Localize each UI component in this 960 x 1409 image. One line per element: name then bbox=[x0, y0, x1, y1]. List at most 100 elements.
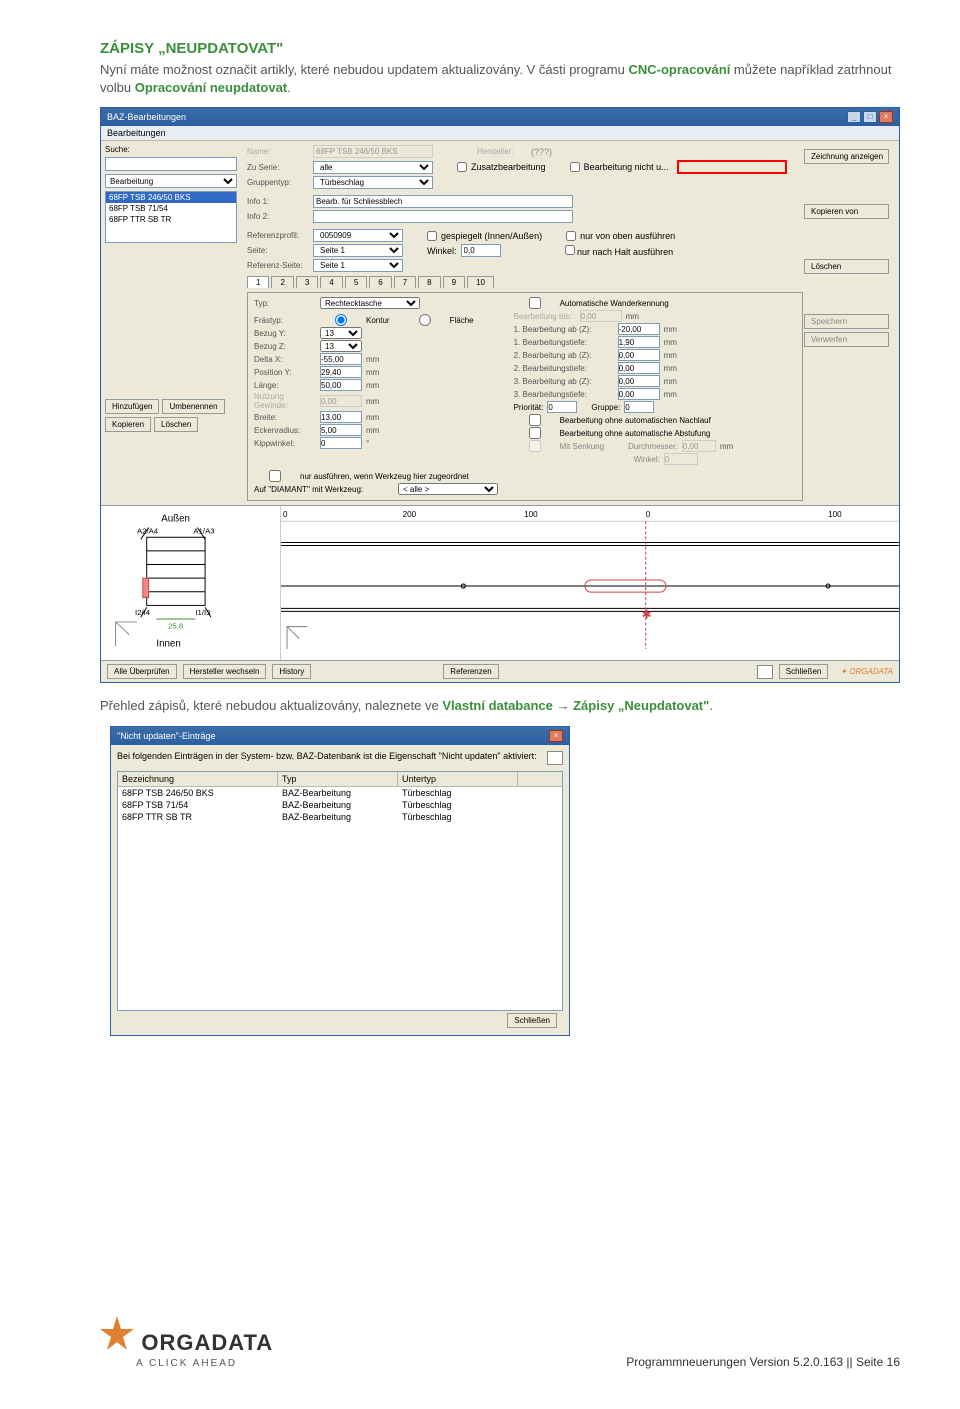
unit-mm: mm bbox=[664, 390, 684, 399]
dlg2-close-button[interactable]: × bbox=[549, 730, 563, 742]
loeschen-button[interactable]: Löschen bbox=[804, 259, 889, 274]
col-bezeichnung[interactable]: Bezeichnung bbox=[118, 772, 278, 786]
list-type-select[interactable]: Bearbeitung bbox=[105, 174, 237, 188]
profile-area: Außen A2/A4 A1/A3 I2/I4 I1/I3 bbox=[101, 505, 899, 660]
tab-2[interactable]: 2 bbox=[271, 276, 293, 288]
lange-field[interactable] bbox=[320, 379, 362, 391]
frastyp-kontur-radio[interactable] bbox=[320, 314, 362, 326]
nachlauf-checkbox[interactable] bbox=[514, 414, 556, 426]
bearbeitung-list[interactable]: 68FP TSB 246/50 BKS 68FP TSB 71/54 68FP … bbox=[105, 191, 237, 243]
footer-schliessen-button[interactable]: Schließen bbox=[779, 664, 829, 679]
r5-field[interactable] bbox=[618, 375, 660, 387]
list-item[interactable]: 68FP TSB 246/50 BKS bbox=[106, 192, 236, 203]
list-item[interactable]: 68FP TTR SB TR bbox=[106, 214, 236, 225]
breite-field[interactable] bbox=[320, 411, 362, 423]
r3-field[interactable] bbox=[618, 349, 660, 361]
abstufung-checkbox[interactable] bbox=[514, 427, 556, 439]
tab-1[interactable]: 1 bbox=[247, 276, 269, 288]
col-typ[interactable]: Typ bbox=[278, 772, 398, 786]
autowand-checkbox[interactable] bbox=[514, 297, 556, 309]
tab-3[interactable]: 3 bbox=[296, 276, 318, 288]
search-input[interactable] bbox=[105, 157, 237, 171]
r4-label: 2. Bearbeitungstiefe: bbox=[514, 364, 614, 373]
tab-4[interactable]: 4 bbox=[320, 276, 342, 288]
window-close-button[interactable]: × bbox=[879, 111, 893, 123]
rename-button[interactable]: Umbenennen bbox=[162, 399, 224, 414]
seite-select[interactable]: Seite 1 bbox=[313, 244, 403, 257]
zuserie-select[interactable]: alle bbox=[313, 161, 433, 174]
search-label: Suche: bbox=[105, 145, 237, 154]
referenzen-button[interactable]: Referenzen bbox=[443, 664, 498, 679]
auf-select[interactable]: < alle > bbox=[398, 483, 498, 495]
highlight-box bbox=[677, 160, 787, 174]
history-button[interactable]: History bbox=[272, 664, 311, 679]
cell-typ: BAZ-Bearbeitung bbox=[278, 787, 398, 799]
baz-titlebar: BAZ-Bearbeitungen _ □ × bbox=[101, 108, 899, 126]
gruppe-field[interactable] bbox=[624, 401, 654, 413]
bearb-bis-label: Bearbeitung bis: bbox=[514, 312, 576, 321]
logo-tagline: A CLICK AHEAD bbox=[136, 1358, 237, 1369]
tab-7[interactable]: 7 bbox=[394, 276, 416, 288]
bezugy-select[interactable]: 13 bbox=[320, 327, 362, 339]
alle-ueberpruefen-button[interactable]: Alle Überprüfen bbox=[107, 664, 177, 679]
posy-field[interactable] bbox=[320, 366, 362, 378]
bezugz-select[interactable]: 13 bbox=[320, 340, 362, 352]
name-field[interactable] bbox=[313, 145, 433, 158]
cell-untertyp: Türbeschlag bbox=[398, 811, 518, 823]
aussen-label: Außen bbox=[161, 514, 190, 525]
hersteller-wechseln-button[interactable]: Hersteller wechseln bbox=[183, 664, 267, 679]
cell-bezeichnung: 68FP TTR SB TR bbox=[118, 811, 278, 823]
print-icon[interactable] bbox=[757, 665, 773, 679]
gespiegelt-checkbox[interactable] bbox=[427, 231, 437, 241]
zuserie-label: Zu Serie: bbox=[247, 163, 309, 172]
window-maximize-button[interactable]: □ bbox=[863, 111, 877, 123]
r1-field[interactable] bbox=[618, 323, 660, 335]
dlg2-schliessen-button[interactable]: Schließen bbox=[507, 1013, 557, 1028]
typ-select[interactable]: Rechtecktasche bbox=[320, 297, 420, 309]
tab-5[interactable]: 5 bbox=[345, 276, 367, 288]
oben-checkbox[interactable] bbox=[566, 231, 576, 241]
table-row[interactable]: 68FP TTR SB TR BAZ-Bearbeitung Türbeschl… bbox=[118, 811, 562, 823]
copy-button[interactable]: Kopieren bbox=[105, 417, 151, 432]
zusatz-checkbox[interactable] bbox=[457, 162, 467, 172]
r6-field[interactable] bbox=[618, 388, 660, 400]
zeichnung-button[interactable]: Zeichnung anzeigen bbox=[804, 149, 889, 164]
delete-button[interactable]: Löschen bbox=[154, 417, 198, 432]
tab-8[interactable]: 8 bbox=[418, 276, 440, 288]
deltax-field[interactable] bbox=[320, 353, 362, 365]
list-item[interactable]: 68FP TSB 71/54 bbox=[106, 203, 236, 214]
table-row[interactable]: 68FP TSB 246/50 BKS BAZ-Bearbeitung Türb… bbox=[118, 787, 562, 799]
frastyp-flache-radio[interactable] bbox=[404, 314, 446, 326]
col-untertyp[interactable]: Untertyp bbox=[398, 772, 518, 786]
window-minimize-button[interactable]: _ bbox=[847, 111, 861, 123]
tab-9[interactable]: 9 bbox=[443, 276, 465, 288]
winkel-field[interactable] bbox=[461, 244, 501, 257]
ecken-field[interactable] bbox=[320, 424, 362, 436]
halt-checkbox[interactable] bbox=[565, 245, 575, 255]
tab-10[interactable]: 10 bbox=[467, 276, 494, 288]
speichern-button[interactable]: Speichern bbox=[804, 314, 889, 329]
dim-label: 25,8 bbox=[168, 622, 183, 631]
nicht-updaten-checkbox[interactable] bbox=[570, 162, 580, 172]
refprofil-select[interactable]: 0050909 bbox=[313, 229, 403, 242]
unit-mm: mm bbox=[366, 368, 386, 377]
table-row[interactable]: 68FP TSB 71/54 BAZ-Bearbeitung Türbeschl… bbox=[118, 799, 562, 811]
r3-label: 2. Bearbeitung ab (Z): bbox=[514, 351, 614, 360]
prio-field[interactable] bbox=[547, 401, 577, 413]
nurwerk-checkbox[interactable] bbox=[254, 470, 296, 482]
add-button[interactable]: Hinzufügen bbox=[105, 399, 159, 414]
verwerfen-button[interactable]: Verwerfen bbox=[804, 332, 889, 347]
refseite-select[interactable]: Seite 1 bbox=[313, 259, 403, 272]
kipp-field[interactable] bbox=[320, 437, 362, 449]
kopieren-von-button[interactable]: Kopieren von bbox=[804, 204, 889, 219]
tab-6[interactable]: 6 bbox=[369, 276, 391, 288]
r4-field[interactable] bbox=[618, 362, 660, 374]
r2-field[interactable] bbox=[618, 336, 660, 348]
baz-menubar[interactable]: Bearbeitungen bbox=[101, 126, 899, 141]
gruppentyp-select[interactable]: Türbeschlag bbox=[313, 176, 433, 189]
ruler-0: 0 bbox=[283, 511, 288, 520]
frastyp-flache-label: Fläche bbox=[450, 316, 474, 325]
info2-field[interactable] bbox=[313, 210, 573, 223]
info1-field[interactable] bbox=[313, 195, 573, 208]
dlg2-print-icon[interactable] bbox=[547, 751, 563, 765]
